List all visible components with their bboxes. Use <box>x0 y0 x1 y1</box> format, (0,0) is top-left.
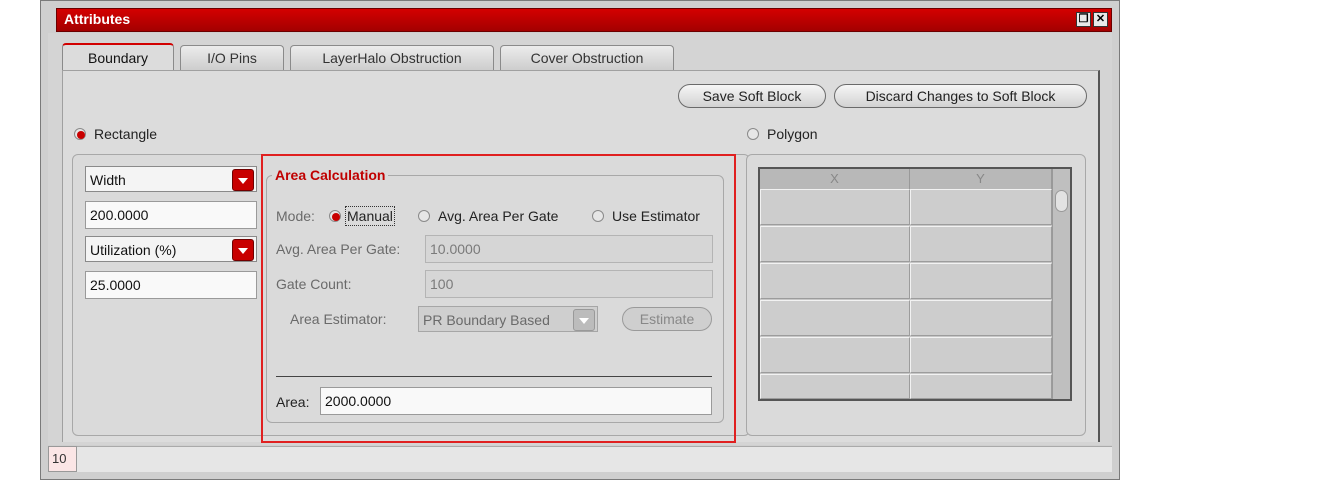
tab-boundary[interactable]: Boundary <box>62 43 174 71</box>
tab-io-pins[interactable]: I/O Pins <box>180 45 284 70</box>
dimension-input[interactable]: 200.0000 <box>85 201 257 229</box>
utilization-select-value: Utilization (%) <box>90 242 177 258</box>
rectangle-radio[interactable] <box>74 128 86 140</box>
table-cell[interactable] <box>760 263 910 299</box>
table-cell[interactable] <box>910 337 1052 373</box>
mode-manual-radio[interactable] <box>329 210 341 222</box>
area-divider <box>276 376 712 377</box>
mode-manual-label: Manual <box>345 206 395 226</box>
polygon-radio[interactable] <box>747 128 759 140</box>
table-cell[interactable] <box>760 337 910 373</box>
area-input[interactable]: 2000.0000 <box>320 387 712 415</box>
area-value: 2000.0000 <box>325 393 392 409</box>
table-cell[interactable] <box>910 374 1052 399</box>
title-bar[interactable] <box>56 8 1112 32</box>
table-cell[interactable] <box>760 374 910 399</box>
area-estimator-value: PR Boundary Based <box>423 312 550 328</box>
tab-layerhalo-obstruction[interactable]: LayerHalo Obstruction <box>290 45 494 70</box>
table-cell[interactable] <box>760 226 910 262</box>
mode-estimator-radio[interactable] <box>592 210 604 222</box>
utilization-select[interactable]: Utilization (%) <box>85 236 257 262</box>
polygon-label: Polygon <box>767 126 818 142</box>
scrollbar-thumb[interactable] <box>1055 190 1068 212</box>
gate-count-value: 100 <box>430 276 454 292</box>
area-estimator-label: Area Estimator: <box>290 311 387 327</box>
column-header-y[interactable]: Y <box>910 169 1052 189</box>
tab-cover-obstruction[interactable]: Cover Obstruction <box>500 45 674 70</box>
status-bar <box>77 446 1112 472</box>
dimension-input-value: 200.0000 <box>90 207 149 223</box>
area-estimator-select[interactable]: PR Boundary Based <box>418 306 598 332</box>
table-cell[interactable] <box>910 189 1052 225</box>
dimension-select-value: Width <box>90 172 126 188</box>
mode-estimator-label: Use Estimator <box>612 208 700 224</box>
table-cell[interactable] <box>760 300 910 336</box>
table-cell[interactable] <box>910 226 1052 262</box>
estimate-button[interactable]: Estimate <box>622 307 712 331</box>
table-cell[interactable] <box>910 300 1052 336</box>
utilization-input[interactable]: 25.0000 <box>85 271 257 299</box>
chevron-down-icon <box>232 169 254 191</box>
mode-avg-area-label: Avg. Area Per Gate <box>438 208 559 224</box>
area-calculation-title: Area Calculation <box>272 167 389 183</box>
area-label: Area: <box>276 394 310 410</box>
avg-area-label: Avg. Area Per Gate: <box>276 241 401 257</box>
status-field: 10 <box>48 446 77 472</box>
discard-changes-button[interactable]: Discard Changes to Soft Block <box>834 84 1087 108</box>
column-header-x[interactable]: X <box>760 169 910 189</box>
avg-area-value: 10.0000 <box>430 241 481 257</box>
mode-label: Mode: <box>276 208 315 224</box>
table-cell[interactable] <box>760 189 910 225</box>
window-title: Attributes <box>64 11 131 27</box>
save-soft-block-button[interactable]: Save Soft Block <box>678 84 826 108</box>
avg-area-input[interactable]: 10.0000 <box>425 235 713 263</box>
gate-count-input[interactable]: 100 <box>425 270 713 298</box>
close-icon[interactable]: ✕ <box>1093 12 1108 27</box>
chevron-down-icon <box>573 309 595 331</box>
mode-avg-area-radio[interactable] <box>418 210 430 222</box>
table-cell[interactable] <box>910 263 1052 299</box>
chevron-down-icon <box>232 239 254 261</box>
dimension-select[interactable]: Width <box>85 166 257 192</box>
gate-count-label: Gate Count: <box>276 276 352 292</box>
rectangle-label: Rectangle <box>94 126 158 142</box>
utilization-input-value: 25.0000 <box>90 277 141 293</box>
restore-icon[interactable]: ❐ <box>1076 12 1091 27</box>
